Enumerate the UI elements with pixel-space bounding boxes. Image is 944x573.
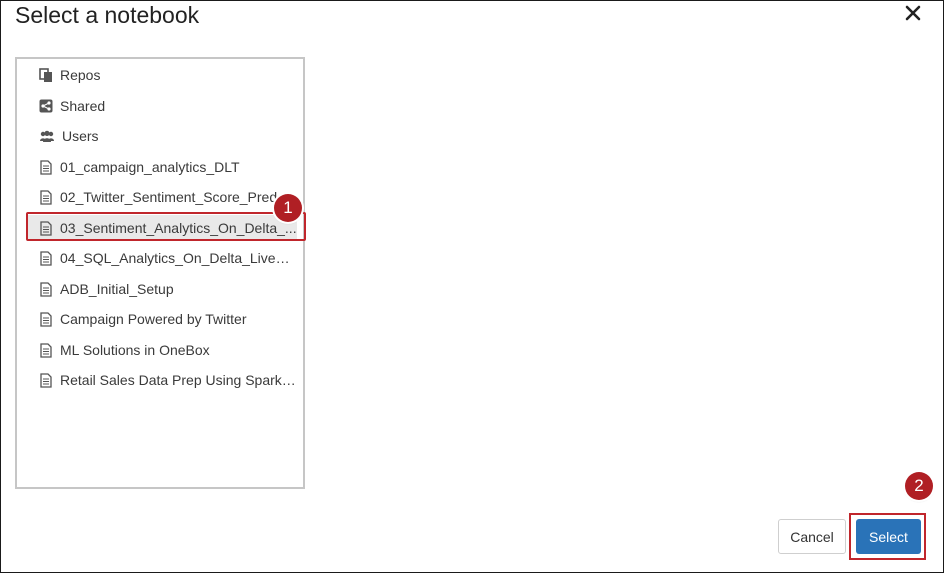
tree-item-label: 04_SQL_Analytics_On_Delta_Live_T... [60, 250, 297, 266]
tree-item-notebook[interactable]: ML Solutions in OneBox [27, 337, 297, 363]
notebook-icon [39, 372, 53, 388]
tree-item-label: ADB_Initial_Setup [60, 281, 174, 297]
share-icon [39, 98, 53, 114]
notebook-icon [39, 220, 53, 236]
tree-item-label: 03_Sentiment_Analytics_On_Delta_... [60, 220, 297, 236]
tree-item-notebook[interactable]: 01_campaign_analytics_DLT [27, 154, 297, 180]
tree-item-label: Campaign Powered by Twitter [60, 311, 247, 327]
notebook-icon [39, 250, 53, 266]
notebook-tree[interactable]: Repos Shared Users 01_campaign_analytics… [15, 57, 305, 489]
tree-item-label: 01_campaign_analytics_DLT [60, 159, 240, 175]
step1-badge: 1 [274, 194, 302, 222]
close-icon [905, 5, 921, 21]
notebook-icon [39, 342, 53, 358]
tree-item-shared[interactable]: Shared [27, 93, 297, 119]
users-icon [39, 128, 55, 144]
dialog-title: Select a notebook [15, 2, 200, 28]
notebook-icon [39, 281, 53, 297]
select-button[interactable]: Select [856, 519, 921, 554]
step2-badge: 2 [905, 472, 933, 500]
close-button[interactable] [902, 2, 924, 24]
tree-item-notebook-selected[interactable]: 03_Sentiment_Analytics_On_Delta_... [27, 215, 297, 241]
notebook-icon [39, 189, 53, 205]
repo-icon [39, 67, 53, 83]
notebook-icon [39, 311, 53, 327]
tree-item-notebook[interactable]: Retail Sales Data Prep Using Spark ... [27, 367, 297, 393]
tree-item-users[interactable]: Users [27, 123, 297, 149]
tree-item-label: Users [62, 128, 99, 144]
tree-item-repos[interactable]: Repos [27, 62, 297, 88]
tree-item-label: Repos [60, 67, 101, 83]
tree-item-label: 02_Twitter_Sentiment_Score_Pred_... [60, 189, 297, 205]
cancel-button[interactable]: Cancel [778, 519, 846, 554]
tree-item-label: ML Solutions in OneBox [60, 342, 210, 358]
tree-item-label: Shared [60, 98, 106, 114]
tree-item-notebook[interactable]: Campaign Powered by Twitter [27, 306, 297, 332]
tree-item-notebook[interactable]: 04_SQL_Analytics_On_Delta_Live_T... [27, 245, 297, 271]
notebook-icon [39, 159, 53, 175]
tree-item-label: Retail Sales Data Prep Using Spark ... [60, 372, 297, 388]
tree-item-notebook[interactable]: ADB_Initial_Setup [27, 276, 297, 302]
tree-item-notebook[interactable]: 02_Twitter_Sentiment_Score_Pred_... [27, 184, 297, 210]
